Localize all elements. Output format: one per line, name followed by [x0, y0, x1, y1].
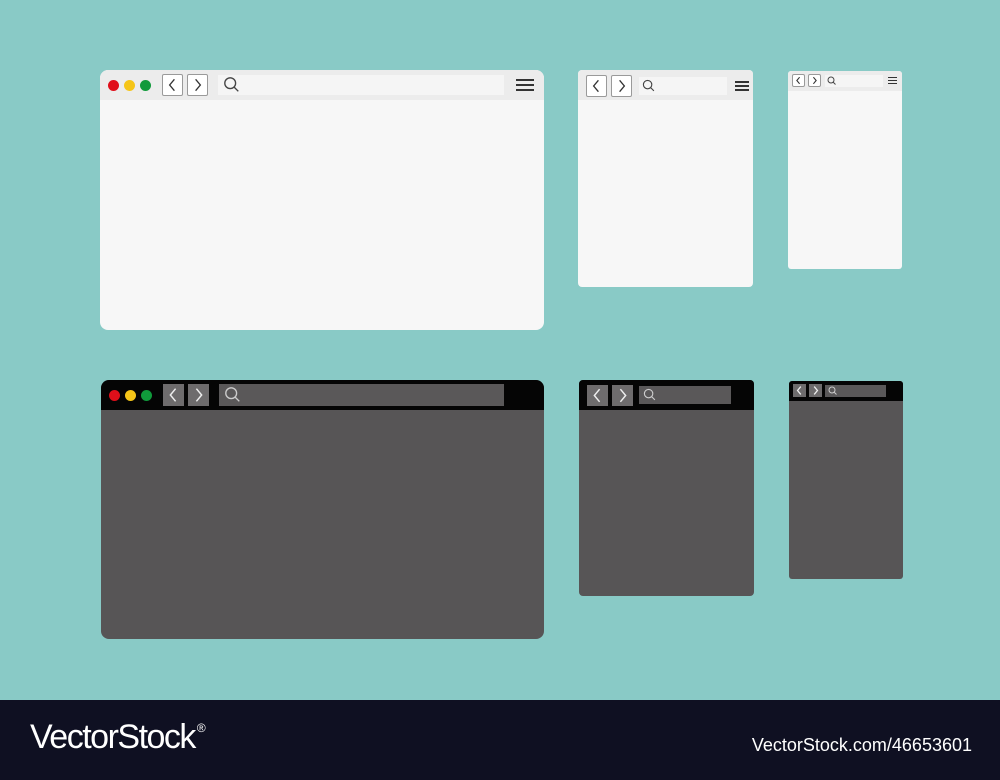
page-content	[101, 410, 544, 639]
forward-chevron-icon	[195, 388, 203, 402]
close-dot[interactable]	[109, 390, 120, 401]
address-bar[interactable]	[639, 77, 727, 95]
search-icon	[642, 79, 655, 92]
address-bar[interactable]	[218, 75, 504, 95]
address-bar[interactable]	[639, 386, 731, 404]
light-browser-window-large	[100, 70, 544, 330]
hamburger-menu-icon[interactable]	[735, 81, 749, 91]
registered-mark: ®	[196, 721, 206, 735]
dark-browser-window-small	[789, 381, 903, 579]
back-chevron-icon	[796, 76, 801, 85]
page-content	[100, 100, 544, 330]
back-chevron-icon	[168, 78, 175, 92]
page-content	[578, 100, 753, 287]
dark-browser-window-medium	[579, 380, 754, 596]
page-content	[579, 410, 754, 596]
forward-chevron-icon	[619, 79, 626, 93]
footer-banner: VectorStock ® VectorStock.com/46653601	[0, 700, 1000, 780]
page-content	[788, 91, 902, 269]
back-chevron-icon	[169, 388, 177, 402]
search-icon	[225, 387, 240, 402]
logo-text: VectorStock	[30, 718, 196, 756]
minimize-dot[interactable]	[125, 390, 136, 401]
light-browser-window-medium	[578, 70, 753, 287]
address-bar[interactable]	[219, 384, 504, 406]
toolbar	[788, 71, 902, 91]
toolbar	[101, 380, 544, 410]
search-icon	[827, 76, 836, 85]
address-bar[interactable]	[825, 385, 886, 397]
hamburger-menu-icon[interactable]	[516, 79, 534, 91]
page-content	[789, 401, 903, 579]
back-chevron-icon	[796, 386, 802, 395]
forward-button[interactable]	[809, 384, 822, 397]
toolbar	[789, 381, 903, 401]
address-bar[interactable]	[825, 75, 883, 87]
search-icon	[828, 386, 837, 395]
back-button[interactable]	[587, 385, 608, 406]
search-icon	[224, 77, 239, 92]
back-button[interactable]	[162, 74, 183, 96]
forward-chevron-icon	[812, 76, 817, 85]
forward-button[interactable]	[187, 74, 208, 96]
hamburger-menu-icon[interactable]	[888, 77, 897, 84]
forward-button[interactable]	[612, 385, 633, 406]
search-icon	[643, 388, 656, 401]
forward-button[interactable]	[611, 75, 632, 97]
image-credit: VectorStock.com/46653601	[751, 735, 972, 755]
forward-chevron-icon	[813, 386, 819, 395]
back-button[interactable]	[792, 74, 805, 87]
maximize-dot[interactable]	[141, 390, 152, 401]
forward-chevron-icon	[619, 388, 627, 403]
toolbar	[579, 380, 754, 410]
dark-browser-window-large	[101, 380, 544, 639]
close-dot[interactable]	[108, 80, 119, 91]
back-chevron-icon	[592, 79, 599, 93]
toolbar	[100, 70, 544, 100]
back-chevron-icon	[593, 388, 601, 403]
light-browser-window-small	[788, 71, 902, 269]
vectorstock-logo: VectorStock ®	[30, 718, 206, 757]
maximize-dot[interactable]	[140, 80, 151, 91]
back-button[interactable]	[793, 384, 806, 397]
forward-button[interactable]	[808, 74, 821, 87]
toolbar	[578, 70, 753, 100]
back-button[interactable]	[586, 75, 607, 97]
minimize-dot[interactable]	[124, 80, 135, 91]
forward-chevron-icon	[195, 78, 202, 92]
forward-button[interactable]	[188, 384, 209, 406]
back-button[interactable]	[163, 384, 184, 406]
